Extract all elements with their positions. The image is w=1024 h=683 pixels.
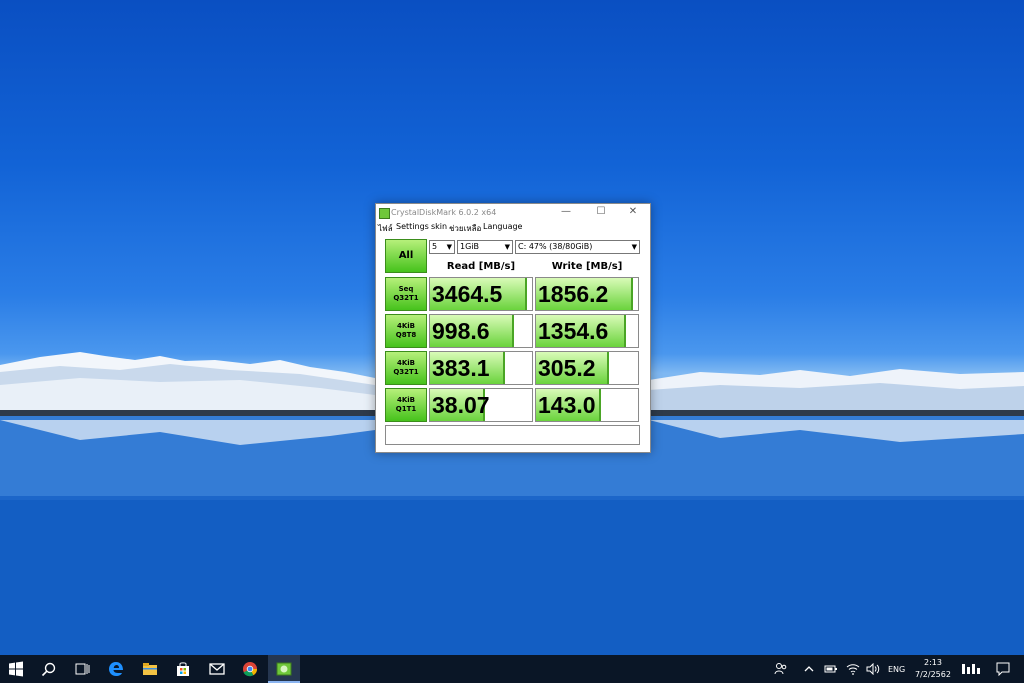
write-result-value: 143.0 — [538, 392, 596, 418]
test-label-line2: Q32T1 — [393, 294, 419, 302]
test-button-4kib-q8t8[interactable]: 4KiB Q8T8 — [385, 314, 427, 348]
volume-icon[interactable] — [864, 655, 882, 683]
write-result-cell: 143.0 — [535, 388, 639, 422]
chevron-down-icon: ▼ — [504, 243, 510, 251]
count-select[interactable]: 5 ▼ — [429, 240, 455, 254]
read-result-cell: 3464.5 — [429, 277, 533, 311]
test-label-line2: Q32T1 — [393, 368, 419, 376]
menu-help[interactable]: ช่วยเหลือ — [449, 222, 481, 235]
test-button-4kib-q32t1[interactable]: 4KiB Q32T1 — [385, 351, 427, 385]
menu-file[interactable]: ไฟล์ — [378, 222, 393, 235]
size-select[interactable]: 1GiB ▼ — [457, 240, 513, 254]
test-label-line1: 4KiB — [396, 396, 416, 404]
file-explorer-icon[interactable] — [134, 655, 166, 683]
crystaldiskmark-icon[interactable] — [268, 655, 300, 683]
meter-tray-icon[interactable] — [958, 655, 984, 683]
search-icon[interactable] — [33, 655, 65, 683]
write-result-value: 305.2 — [538, 355, 596, 381]
count-value: 5 — [432, 242, 438, 251]
drive-select[interactable]: C: 47% (38/80GiB) ▼ — [515, 240, 640, 254]
read-result-cell: 383.1 — [429, 351, 533, 385]
test-label-line1: 4KiB — [396, 322, 416, 330]
test-label-line2: Q1T1 — [395, 405, 417, 413]
comment-input[interactable] — [385, 425, 640, 445]
crystaldiskmark-app-icon — [379, 208, 390, 219]
task-view-icon[interactable] — [66, 655, 98, 683]
write-result-cell: 1354.6 — [535, 314, 639, 348]
test-button-4kib-q1t1[interactable]: 4KiB Q1T1 — [385, 388, 427, 422]
window-title: CrystalDiskMark 6.0.2 x64 — [391, 208, 497, 217]
test-label-line1: Seq — [398, 285, 414, 293]
test-label-line2: Q8T8 — [395, 331, 417, 339]
drive-value: C: 47% (38/80GiB) — [518, 242, 593, 251]
menu-language[interactable]: Language — [483, 222, 522, 231]
menu-skin[interactable]: skin — [431, 222, 447, 231]
title-bar[interactable]: CrystalDiskMark 6.0.2 x64 — ☐ ✕ — [376, 204, 650, 221]
chevron-up-icon[interactable] — [800, 655, 818, 683]
write-result-cell: 305.2 — [535, 351, 639, 385]
read-result-value: 3464.5 — [432, 281, 503, 307]
chevron-down-icon: ▼ — [631, 243, 637, 251]
read-result-value: 383.1 — [432, 355, 490, 381]
chrome-icon[interactable] — [234, 655, 266, 683]
test-button-seq-q32t1[interactable]: Seq Q32T1 — [385, 277, 427, 311]
clock-time[interactable]: 2:13 — [924, 658, 942, 667]
store-icon[interactable] — [167, 655, 199, 683]
edge-icon[interactable] — [100, 655, 132, 683]
write-result-value: 1856.2 — [538, 281, 609, 307]
battery-icon[interactable] — [822, 655, 840, 683]
size-value: 1GiB — [460, 242, 479, 251]
chevron-down-icon: ▼ — [446, 243, 452, 251]
read-header: Read [MB/s] — [446, 261, 516, 272]
crystaldiskmark-window: CrystalDiskMark 6.0.2 x64 — ☐ ✕ ไฟล์ Set… — [375, 203, 651, 453]
write-result-value: 1354.6 — [538, 318, 609, 344]
test-label-line1: 4KiB — [396, 359, 416, 367]
input-language[interactable]: ENG — [888, 665, 905, 674]
menu-settings[interactable]: Settings — [396, 222, 429, 231]
wifi-icon[interactable] — [844, 655, 862, 683]
maximize-button[interactable]: ☐ — [589, 205, 613, 219]
read-result-cell: 998.6 — [429, 314, 533, 348]
start-icon[interactable] — [0, 655, 32, 683]
clock-date[interactable]: 7/2/2562 — [915, 670, 951, 679]
taskbar: ENG 2:13 7/2/2562 — [0, 655, 1024, 683]
write-result-cell: 1856.2 — [535, 277, 639, 311]
notification-icon[interactable] — [990, 655, 1016, 683]
read-result-value: 998.6 — [432, 318, 490, 344]
close-button[interactable]: ✕ — [621, 205, 645, 219]
people-icon[interactable] — [770, 655, 792, 683]
read-result-value: 38.07 — [432, 392, 490, 418]
minimize-button[interactable]: — — [554, 205, 578, 219]
menu-bar: ไฟล์ Settings skin ช่วยเหลือ Language — [376, 221, 650, 233]
mail-icon[interactable] — [201, 655, 233, 683]
all-button[interactable]: All — [385, 239, 427, 273]
read-result-cell: 38.07 — [429, 388, 533, 422]
write-header: Write [MB/s] — [551, 261, 623, 272]
